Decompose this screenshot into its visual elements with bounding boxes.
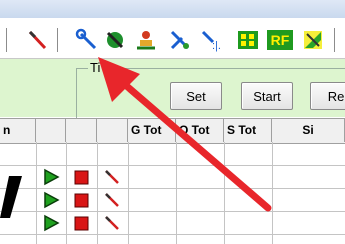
groupbox-title: Ti: [88, 60, 103, 75]
column-header[interactable]: Si: [272, 118, 345, 142]
toolbar: :|. RF: [0, 18, 345, 59]
row-divider: [0, 188, 345, 189]
column-header[interactable]: [97, 118, 128, 142]
play-icon[interactable]: [41, 167, 61, 187]
column-divider: [97, 142, 98, 244]
toolbar-separator: [57, 28, 61, 52]
row-divider: [0, 211, 345, 212]
set-button[interactable]: Set: [170, 82, 222, 110]
reset-button[interactable]: Re: [310, 82, 345, 110]
column-header[interactable]: n: [0, 118, 36, 142]
green-wrench-icon[interactable]: [102, 26, 128, 54]
column-divider: [272, 142, 273, 244]
column-header[interactable]: [66, 118, 97, 142]
stop-icon[interactable]: [71, 213, 91, 233]
toolbar-separator: [6, 28, 10, 52]
stop-icon[interactable]: [71, 167, 91, 187]
play-icon[interactable]: [41, 213, 61, 233]
column-header[interactable]: G Tot: [128, 118, 176, 142]
start-button[interactable]: Start: [241, 82, 293, 110]
rf-icon[interactable]: RF: [267, 30, 293, 50]
svg-text::|.: :|.: [212, 40, 221, 52]
tool-bracket-icon[interactable]: :|.: [198, 26, 224, 54]
column-header[interactable]: [36, 118, 66, 142]
pen-icon[interactable]: [102, 190, 122, 210]
play-icon[interactable]: [41, 190, 61, 210]
pen-icon[interactable]: [102, 167, 122, 187]
row-divider: [0, 234, 345, 235]
title-strip: [0, 0, 345, 19]
column-divider: [224, 142, 225, 244]
column-header[interactable]: S Tot: [224, 118, 272, 142]
wrench-icon[interactable]: [74, 26, 100, 54]
red-person-icon[interactable]: [133, 26, 159, 54]
tool-cross-icon[interactable]: [167, 26, 193, 54]
green-grid-icon[interactable]: [235, 26, 261, 54]
row-divider: [0, 165, 345, 166]
stop-icon[interactable]: [71, 190, 91, 210]
column-divider: [176, 142, 177, 244]
column-divider: [36, 142, 37, 244]
column-header[interactable]: Q Tot: [176, 118, 224, 142]
column-divider: [128, 142, 129, 244]
pen-icon[interactable]: [102, 213, 122, 233]
green-arrow-icon[interactable]: [300, 26, 326, 54]
red-wrench-icon[interactable]: [24, 26, 50, 54]
toolbar-separator: [334, 28, 338, 52]
column-divider: [66, 142, 67, 244]
